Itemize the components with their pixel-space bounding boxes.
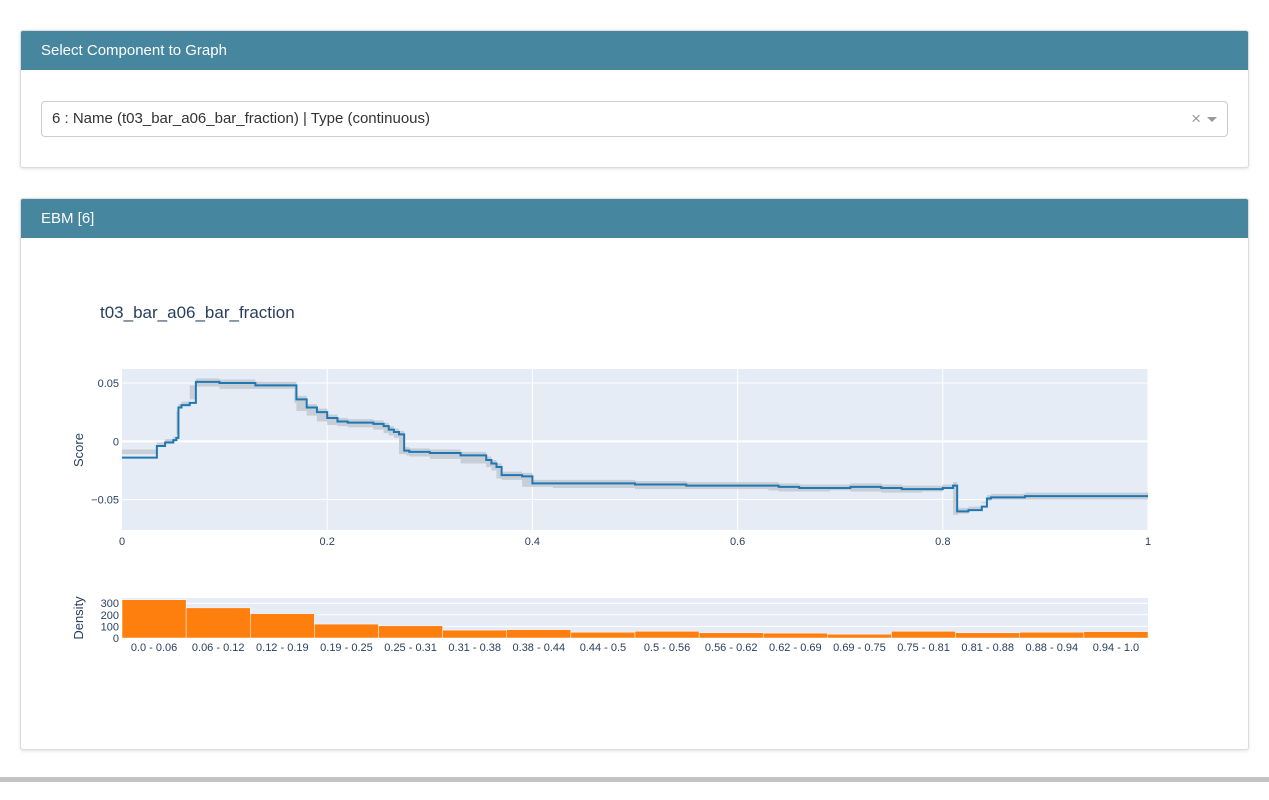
density-y-tick-label: 0 — [113, 633, 119, 645]
density-x-tick-label: 0.62 - 0.69 — [769, 642, 822, 654]
chart-title: t03_bar_a06_bar_fraction — [100, 303, 295, 322]
density-y-tick-label: 100 — [101, 621, 119, 633]
density-x-tick-label: 0.31 - 0.38 — [448, 642, 501, 654]
density-bar — [314, 623, 379, 639]
page-footer-bar — [0, 777, 1269, 782]
density-y-tick-label: 200 — [101, 610, 119, 622]
score-y-tick-label: 0.05 — [98, 378, 119, 390]
score-y-tick-label: 0 — [113, 436, 119, 448]
chevron-down-icon[interactable] — [1207, 117, 1217, 122]
density-bar — [378, 625, 443, 639]
component-dropdown[interactable]: 6 : Name (t03_bar_a06_bar_fraction) | Ty… — [41, 101, 1228, 137]
density-bar — [570, 631, 636, 639]
density-bar — [827, 633, 892, 639]
density-x-tick-label: 0.44 - 0.5 — [580, 642, 626, 654]
score-x-tick-labels: 0 0.2 0.4 0.6 0.8 1 — [119, 536, 1151, 548]
density-bar — [891, 631, 956, 639]
select-component-header: Select Component to Graph — [21, 31, 1248, 70]
density-bar — [506, 629, 572, 639]
density-bar — [698, 632, 764, 639]
density-bar — [185, 607, 251, 639]
score-axis-label: Score — [71, 433, 86, 467]
density-x-tick-label: 0.88 - 0.94 — [1026, 642, 1079, 654]
select-component-card: Select Component to Graph 6 : Name (t03_… — [20, 30, 1249, 168]
score-x-tick-label: 0.2 — [320, 536, 335, 548]
density-x-tick-label: 0.5 - 0.56 — [644, 642, 690, 654]
density-bar — [442, 629, 507, 639]
density-x-tick-label: 0.81 - 0.88 — [961, 642, 1014, 654]
density-bar — [1019, 631, 1085, 639]
score-x-tick-label: 0.6 — [730, 536, 745, 548]
density-x-tick-label: 0.69 - 0.75 — [833, 642, 886, 654]
score-x-tick-label: 0.8 — [935, 536, 950, 548]
density-x-tick-label: 0.75 - 0.81 — [897, 642, 950, 654]
density-y-tick-label: 300 — [101, 598, 119, 610]
density-x-tick-labels: 0.0 - 0.06 0.06 - 0.12 0.12 - 0.19 0.19 - 0… — [131, 642, 1139, 654]
score-x-tick-label: 1 — [1145, 536, 1151, 548]
density-bar — [634, 631, 700, 639]
density-x-tick-label: 0.56 - 0.62 — [705, 642, 758, 654]
density-bar — [1083, 631, 1149, 639]
density-x-tick-label: 0.25 - 0.31 — [384, 642, 437, 654]
density-x-tick-label: 0.12 - 0.19 — [256, 642, 309, 654]
score-x-tick-label: 0 — [119, 536, 125, 548]
density-bar — [250, 613, 315, 639]
density-x-tick-label: 0.19 - 0.25 — [320, 642, 373, 654]
density-axis-label: Density — [71, 596, 86, 640]
clear-selection-icon[interactable]: × — [1191, 102, 1201, 136]
density-bar — [763, 632, 828, 639]
density-bar — [955, 632, 1020, 639]
density-x-tick-label: 0.94 - 1.0 — [1093, 642, 1139, 654]
score-y-tick-label: −0.05 — [91, 495, 119, 507]
ebm-graph: t03_bar_a06_bar_fraction 0 0.2 0.4 0.6 0.8 1 … — [71, 303, 1151, 654]
component-dropdown-value: 6 : Name (t03_bar_a06_bar_fraction) | Ty… — [52, 110, 431, 127]
ebm-card: EBM [6] t03_bar_a06_bar_fraction 0 0.2 0.4… — [20, 198, 1249, 750]
score-y-tick-labels: 0.05 0 −0.05 — [91, 378, 119, 507]
density-x-tick-label: 0.06 - 0.12 — [192, 642, 245, 654]
ebm-header: EBM [6] — [21, 199, 1248, 238]
score-plot-area — [122, 369, 1148, 530]
score-x-tick-label: 0.4 — [525, 536, 540, 548]
density-y-tick-labels: 0100200300 — [101, 598, 119, 645]
density-x-tick-label: 0.0 - 0.06 — [131, 642, 177, 654]
density-bar — [121, 599, 187, 639]
density-x-tick-label: 0.38 - 0.44 — [513, 642, 566, 654]
